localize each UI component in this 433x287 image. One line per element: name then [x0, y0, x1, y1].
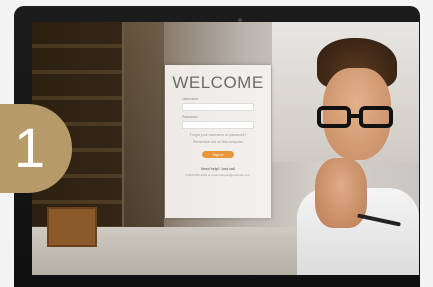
forgot-password-link[interactable]: Forgot your username or password?	[165, 133, 271, 138]
step-number: 1	[14, 116, 46, 179]
username-label: Username	[182, 97, 199, 101]
help-text: Need help? Just call	[201, 167, 235, 171]
password-field[interactable]	[182, 121, 254, 129]
remember-me-option[interactable]: Remember me on this computer	[165, 140, 271, 145]
password-label: Password	[182, 115, 198, 119]
background-crate	[47, 207, 97, 247]
login-card: WELCOME Username Password Forgot your us…	[165, 65, 271, 218]
username-field[interactable]	[182, 103, 254, 111]
person-photo	[287, 38, 419, 275]
monitor-screen: WELCOME Username Password Forgot your us…	[32, 22, 419, 275]
glasses-icon	[317, 106, 397, 128]
welcome-title: WELCOME	[172, 73, 264, 92]
contact-info: 1-800-555-1234 or email support@example.…	[185, 173, 251, 177]
sign-in-button[interactable]: Sign In	[202, 151, 234, 158]
